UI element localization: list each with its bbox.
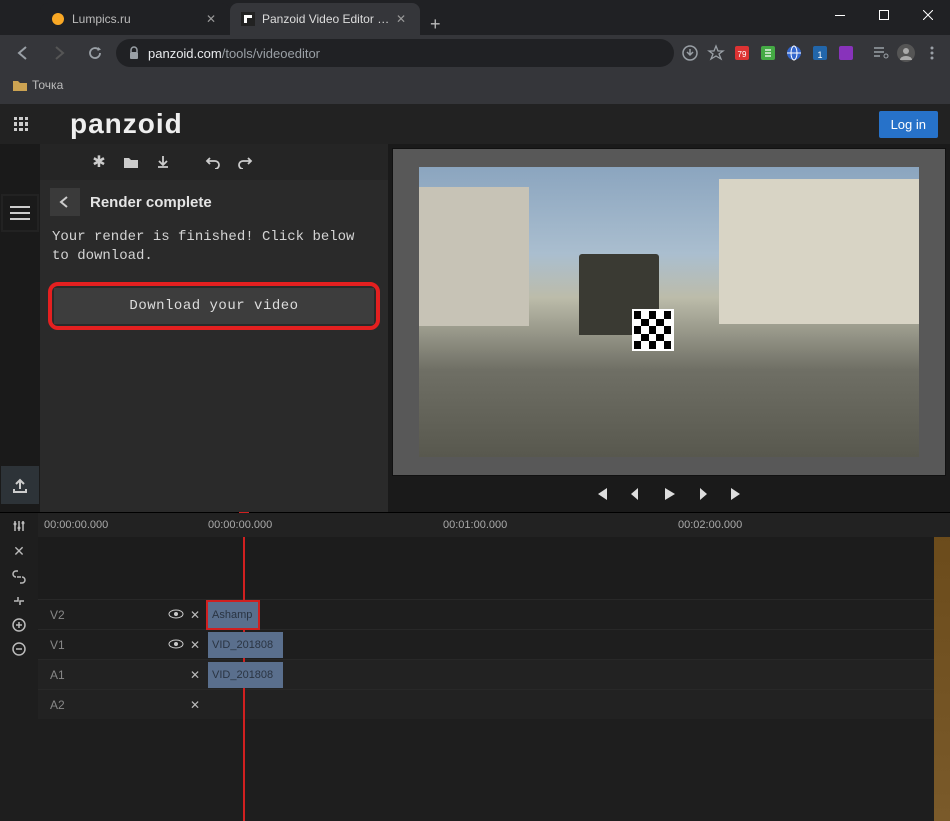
avatar-icon[interactable]: [896, 43, 916, 63]
menu-icon[interactable]: [922, 43, 942, 63]
back-button[interactable]: [8, 38, 38, 68]
panel-toolbar: ✱: [40, 144, 388, 180]
login-button[interactable]: Log in: [879, 111, 938, 138]
lock-icon: [128, 46, 140, 60]
track-remove-icon[interactable]: ✕: [190, 638, 200, 652]
folder-icon: [12, 78, 28, 92]
url-host: panzoid.com: [148, 46, 222, 61]
url-path: /tools/videoeditor: [222, 46, 320, 61]
timeline-tick: 00:01:00.000: [443, 513, 678, 537]
timeline-tick: 00:00:00.000: [208, 513, 443, 537]
clip-ashamp[interactable]: Ashamp: [208, 602, 258, 628]
window-maximize-button[interactable]: [862, 0, 906, 30]
panel-back-button[interactable]: [50, 188, 80, 216]
visibility-toggle-icon[interactable]: [168, 638, 184, 652]
step-back-icon[interactable]: [627, 486, 643, 502]
app-header: panzoid Log in: [0, 104, 950, 144]
preview-viewport: [392, 148, 946, 476]
forward-button[interactable]: [44, 38, 74, 68]
preview-scene: [719, 179, 919, 324]
download-icon[interactable]: [154, 155, 172, 169]
hamburger-button[interactable]: [1, 194, 39, 232]
folder-icon[interactable]: [122, 156, 140, 169]
tool-zoom-out-icon[interactable]: [12, 642, 26, 656]
bookmark-label: Точка: [32, 78, 63, 92]
ext-purple-icon[interactable]: [836, 43, 856, 63]
timeline-ruler[interactable]: 00:00:00.000 00:00:00.000 00:01:00.000 0…: [38, 513, 950, 537]
track-a1: A1 ✕ VID_201808: [38, 659, 950, 689]
visibility-toggle-icon[interactable]: [168, 608, 184, 622]
skip-end-icon[interactable]: [729, 486, 745, 502]
step-forward-icon[interactable]: [695, 486, 711, 502]
tool-levels-icon[interactable]: [12, 519, 26, 533]
new-tab-button[interactable]: +: [420, 14, 451, 35]
brand-logo: panzoid: [70, 108, 183, 140]
apps-grid-icon[interactable]: [14, 117, 28, 131]
redo-icon[interactable]: [236, 155, 254, 169]
track-v2: V2 ✕ Ashamp: [38, 599, 950, 629]
download-video-button[interactable]: Download your video: [54, 288, 374, 324]
tool-snap-icon[interactable]: [12, 594, 26, 608]
reload-button[interactable]: [80, 38, 110, 68]
player-controls: [392, 476, 946, 512]
track-remove-icon[interactable]: ✕: [190, 698, 200, 712]
tab-lumpics[interactable]: Lumpics.ru ✕: [40, 3, 230, 35]
tool-link-icon[interactable]: [12, 570, 26, 584]
address-bar: panzoid.com/tools/videoeditor 79 1: [0, 35, 950, 71]
asterisk-icon[interactable]: ✱: [90, 152, 108, 172]
tab-title: Lumpics.ru: [72, 12, 200, 26]
tool-delete-icon[interactable]: ✕: [13, 543, 25, 560]
timeline-scroll-edge: [934, 513, 950, 821]
timeline-tick: 00:02:00.000: [678, 513, 913, 537]
timeline-position: 00:00:00.000: [38, 513, 208, 537]
clip-audio[interactable]: VID_201808: [208, 662, 283, 688]
track-remove-icon[interactable]: ✕: [190, 668, 200, 682]
ext-green-icon[interactable]: [758, 43, 778, 63]
tab-close-icon[interactable]: ✕: [396, 12, 410, 26]
panel-title: Render complete: [90, 194, 212, 211]
skip-start-icon[interactable]: [593, 486, 609, 502]
export-button[interactable]: [1, 466, 39, 504]
tab-strip: Lumpics.ru ✕ Panzoid Video Editor - Edit…: [0, 0, 950, 35]
track-remove-icon[interactable]: ✕: [190, 608, 200, 622]
preview-scene: [419, 187, 529, 326]
qr-code-icon: [632, 309, 674, 351]
ext-globe-icon[interactable]: [784, 43, 804, 63]
timeline-tools: ✕: [0, 513, 38, 821]
ext-red-icon[interactable]: 79: [732, 43, 752, 63]
window-minimize-button[interactable]: [818, 0, 862, 30]
download-highlight: Download your video: [48, 282, 380, 330]
track-label: V1: [50, 638, 65, 652]
tab-title: Panzoid Video Editor - Edit Video: [262, 12, 390, 26]
track-a2: A2 ✕: [38, 689, 950, 719]
svg-text:79: 79: [738, 50, 747, 59]
track-label: A1: [50, 668, 65, 682]
star-icon[interactable]: [706, 43, 726, 63]
svg-text:1: 1: [817, 50, 822, 60]
undo-icon[interactable]: [204, 155, 222, 169]
tab-close-icon[interactable]: ✕: [206, 12, 220, 26]
window-close-button[interactable]: [906, 0, 950, 30]
panel-description: Your render is finished! Click below to …: [40, 224, 388, 278]
play-icon[interactable]: [661, 486, 677, 502]
clip-vid[interactable]: VID_201808: [208, 632, 283, 658]
install-icon[interactable]: [680, 43, 700, 63]
track-label: A2: [50, 698, 65, 712]
favicon-icon: [240, 11, 256, 27]
track-v1: V1 ✕ VID_201808: [38, 629, 950, 659]
track-label: V2: [50, 608, 65, 622]
tool-zoom-in-icon[interactable]: [12, 618, 26, 632]
ext-blue-icon[interactable]: 1: [810, 43, 830, 63]
bookmark-bar: Точка: [0, 71, 950, 99]
bookmark-folder[interactable]: Точка: [12, 78, 63, 92]
url-input[interactable]: panzoid.com/tools/videoeditor: [116, 39, 674, 67]
favicon-icon: [50, 11, 66, 27]
tab-panzoid[interactable]: Panzoid Video Editor - Edit Video ✕: [230, 3, 420, 35]
reader-icon[interactable]: [870, 43, 890, 63]
